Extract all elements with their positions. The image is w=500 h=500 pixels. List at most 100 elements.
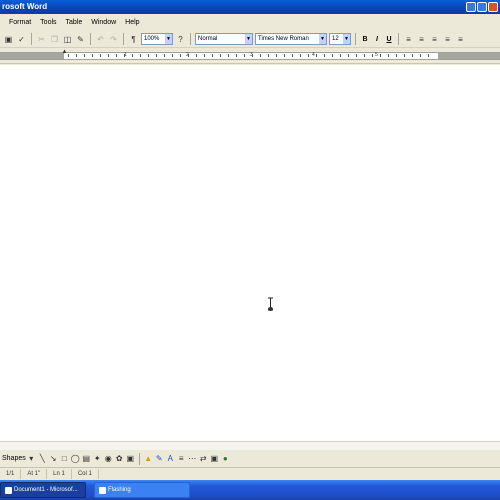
ruler-tick — [172, 54, 173, 57]
fill-color-icon[interactable]: ▲ — [144, 453, 153, 464]
arrow-icon[interactable]: ↘ — [49, 453, 58, 464]
ruler-number: 5 — [375, 52, 378, 58]
ruler-tick — [308, 54, 309, 57]
underline-button[interactable]: U — [384, 36, 394, 43]
ruler-tick — [276, 54, 277, 57]
menu-help[interactable]: Help — [124, 18, 140, 27]
undo-icon[interactable]: ↶ — [95, 34, 106, 45]
document-page[interactable] — [0, 65, 500, 441]
ruler-tick — [108, 54, 109, 57]
ruler-tick — [124, 54, 125, 57]
ruler-right-margin — [438, 53, 500, 59]
ruler-tick — [180, 54, 181, 57]
menu-bar: Format Tools Table Window Help — [0, 14, 500, 31]
font-size-select[interactable]: 12 ▼ — [329, 33, 351, 45]
zoom-select[interactable]: 100% ▼ — [141, 33, 173, 45]
ruler-tick — [148, 54, 149, 57]
format-painter-icon[interactable]: ✎ — [75, 34, 86, 45]
bold-button[interactable]: B — [360, 36, 370, 43]
separator — [90, 33, 91, 45]
font-size-value: 12 — [332, 36, 339, 42]
align-left-icon[interactable]: ≡ — [403, 34, 414, 45]
ruler-tick — [316, 54, 317, 57]
line-style-icon[interactable]: ≡ — [177, 453, 186, 464]
text-box-icon[interactable]: ▤ — [82, 453, 91, 464]
ruler-tick — [332, 54, 333, 57]
text-cursor-icon — [268, 297, 273, 311]
status-bar: 1/1 At 1" Ln 1 Col 1 — [0, 467, 500, 480]
menu-format[interactable]: Format — [8, 18, 32, 27]
line-spacing-icon[interactable]: ≡ — [455, 34, 466, 45]
ruler-tick — [196, 54, 197, 57]
maximize-button[interactable] — [477, 2, 487, 12]
ruler-tick — [388, 54, 389, 57]
autoshapes-menu[interactable]: Shapes — [2, 455, 26, 462]
separator — [355, 33, 356, 45]
shadow-icon[interactable]: ▣ — [210, 453, 219, 464]
menu-table[interactable]: Table — [65, 18, 84, 27]
style-value: Normal — [198, 36, 218, 42]
3d-style-icon[interactable]: ● — [221, 453, 230, 464]
spelling-icon[interactable]: ✓ — [16, 34, 27, 45]
menu-tools[interactable]: Tools — [39, 18, 57, 27]
ruler-tick — [364, 54, 365, 57]
line-color-icon[interactable]: ✎ — [155, 453, 164, 464]
separator — [190, 33, 191, 45]
minimize-button[interactable] — [466, 2, 476, 12]
dash-style-icon[interactable]: ⋯ — [188, 453, 197, 464]
indent-marker-icon[interactable]: ▲ — [61, 48, 68, 64]
ruler-tick — [428, 54, 429, 57]
diagram-icon[interactable]: ◉ — [104, 453, 113, 464]
ruler-tick — [132, 54, 133, 57]
line-icon[interactable]: ╲ — [38, 453, 47, 464]
taskbar-button-word[interactable]: Document1 - Microsof... — [0, 482, 86, 498]
ruler-tick — [372, 54, 373, 57]
ruler-tick — [412, 54, 413, 57]
show-hide-icon[interactable]: ¶ — [128, 34, 139, 45]
zoom-value: 100% — [144, 36, 160, 42]
arrow-style-icon[interactable]: ⇄ — [199, 453, 208, 464]
help-icon[interactable]: ? — [175, 34, 186, 45]
print-preview-icon[interactable]: ▣ — [3, 34, 14, 45]
ruler-tick — [420, 54, 421, 57]
redo-icon[interactable]: ↷ — [108, 34, 119, 45]
oval-icon[interactable]: ◯ — [71, 453, 80, 464]
italic-button[interactable]: I — [372, 36, 382, 43]
ruler-left-margin — [0, 53, 64, 59]
horizontal-ruler[interactable]: 1 2 3 4 5 ▲ — [0, 48, 500, 64]
close-button[interactable] — [488, 2, 498, 12]
rectangle-icon[interactable]: □ — [60, 453, 69, 464]
ruler-tick — [76, 54, 77, 57]
cut-icon[interactable]: ✂ — [36, 34, 47, 45]
ruler-tick — [228, 54, 229, 57]
ruler-tick — [140, 54, 141, 57]
wordart-icon[interactable]: ✦ — [93, 453, 102, 464]
taskbar-button-flashing[interactable]: Flashing — [94, 482, 190, 498]
clip-art-icon[interactable]: ✿ — [115, 453, 124, 464]
chevron-down-icon[interactable]: ▾ — [27, 453, 36, 464]
copy-icon[interactable]: ❐ — [49, 34, 60, 45]
status-line: Ln 1 — [47, 469, 72, 479]
taskbar-label: Flashing — [108, 487, 131, 493]
align-center-icon[interactable]: ≡ — [416, 34, 427, 45]
ruler-tick — [300, 54, 301, 57]
ruler-tick — [220, 54, 221, 57]
ruler-tick — [404, 54, 405, 57]
align-right-icon[interactable]: ≡ — [429, 34, 440, 45]
font-color-icon[interactable]: A — [166, 453, 175, 464]
ruler-tick — [156, 54, 157, 57]
font-select[interactable]: Times New Roman ▼ — [255, 33, 327, 45]
horizontal-scrollbar[interactable] — [0, 441, 500, 450]
picture-icon[interactable]: ▣ — [126, 453, 135, 464]
ruler-tick — [324, 54, 325, 57]
status-page: 1/1 — [0, 469, 22, 479]
standard-toolbar: ▣ ✓ ✂ ❐ ◫ ✎ ↶ ↷ ¶ 100% ▼ ? Normal ▼ Time… — [0, 31, 500, 48]
style-select[interactable]: Normal ▼ — [195, 33, 253, 45]
title-bar: rosoft Word — [0, 0, 500, 14]
justify-icon[interactable]: ≡ — [442, 34, 453, 45]
ruler-tick — [348, 54, 349, 57]
paste-icon[interactable]: ◫ — [62, 34, 73, 45]
menu-window[interactable]: Window — [90, 18, 117, 27]
ruler-tick — [212, 54, 213, 57]
word-document-icon — [5, 486, 12, 494]
